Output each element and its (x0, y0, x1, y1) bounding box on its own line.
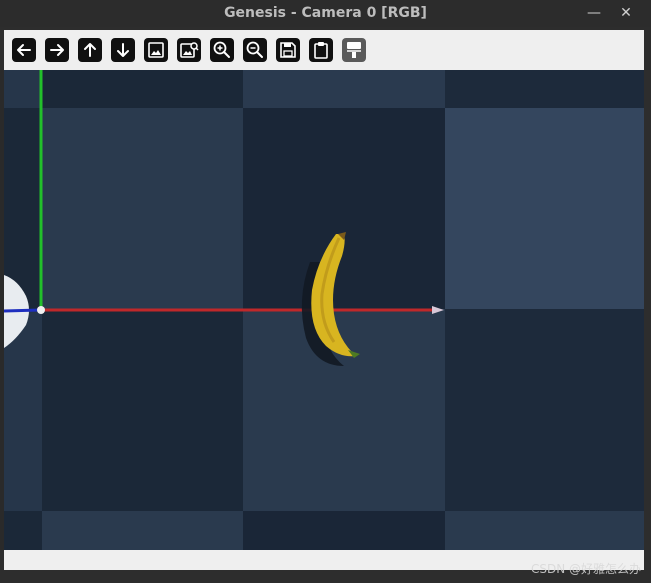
pan-down-button[interactable] (111, 38, 135, 62)
window-title: Genesis - Camera 0 [RGB] (224, 5, 427, 21)
image-search-button[interactable] (177, 38, 201, 62)
save-icon (280, 42, 296, 58)
origin-marker (37, 306, 45, 314)
paint-button[interactable] (342, 38, 366, 62)
pan-up-button[interactable] (78, 38, 102, 62)
watermark: CSDN @好雅怎么办 (530, 562, 641, 576)
paint-roller-icon (347, 42, 361, 58)
image-icon (148, 42, 164, 58)
camera-viewport[interactable] (4, 70, 644, 550)
back-button[interactable] (12, 38, 36, 62)
clipboard-icon (314, 42, 328, 59)
image-button[interactable] (144, 38, 168, 62)
scene-render (4, 70, 644, 550)
close-icon: ✕ (620, 5, 632, 21)
zoom-in-button[interactable] (210, 38, 234, 62)
arrow-right-icon (50, 44, 64, 56)
clipboard-button[interactable] (309, 38, 333, 62)
minimize-icon: — (587, 5, 601, 21)
arrow-left-icon (17, 44, 31, 56)
arrow-down-icon (117, 43, 129, 57)
zoom-in-icon (213, 41, 230, 58)
app-window: Genesis - Camera 0 [RGB] — ✕ CSDN @好雅怎么办 (0, 0, 651, 583)
save-button[interactable] (276, 38, 300, 62)
minimize-button[interactable]: — (583, 3, 605, 23)
zoom-out-button[interactable] (243, 38, 267, 62)
close-button[interactable]: ✕ (615, 3, 637, 23)
arrow-up-icon (84, 43, 96, 57)
toolbar (4, 30, 644, 70)
z-axis (4, 308, 41, 313)
forward-button[interactable] (45, 38, 69, 62)
title-bar[interactable]: Genesis - Camera 0 [RGB] — ✕ (0, 0, 651, 27)
image-search-icon (180, 42, 199, 58)
zoom-out-icon (246, 41, 263, 58)
